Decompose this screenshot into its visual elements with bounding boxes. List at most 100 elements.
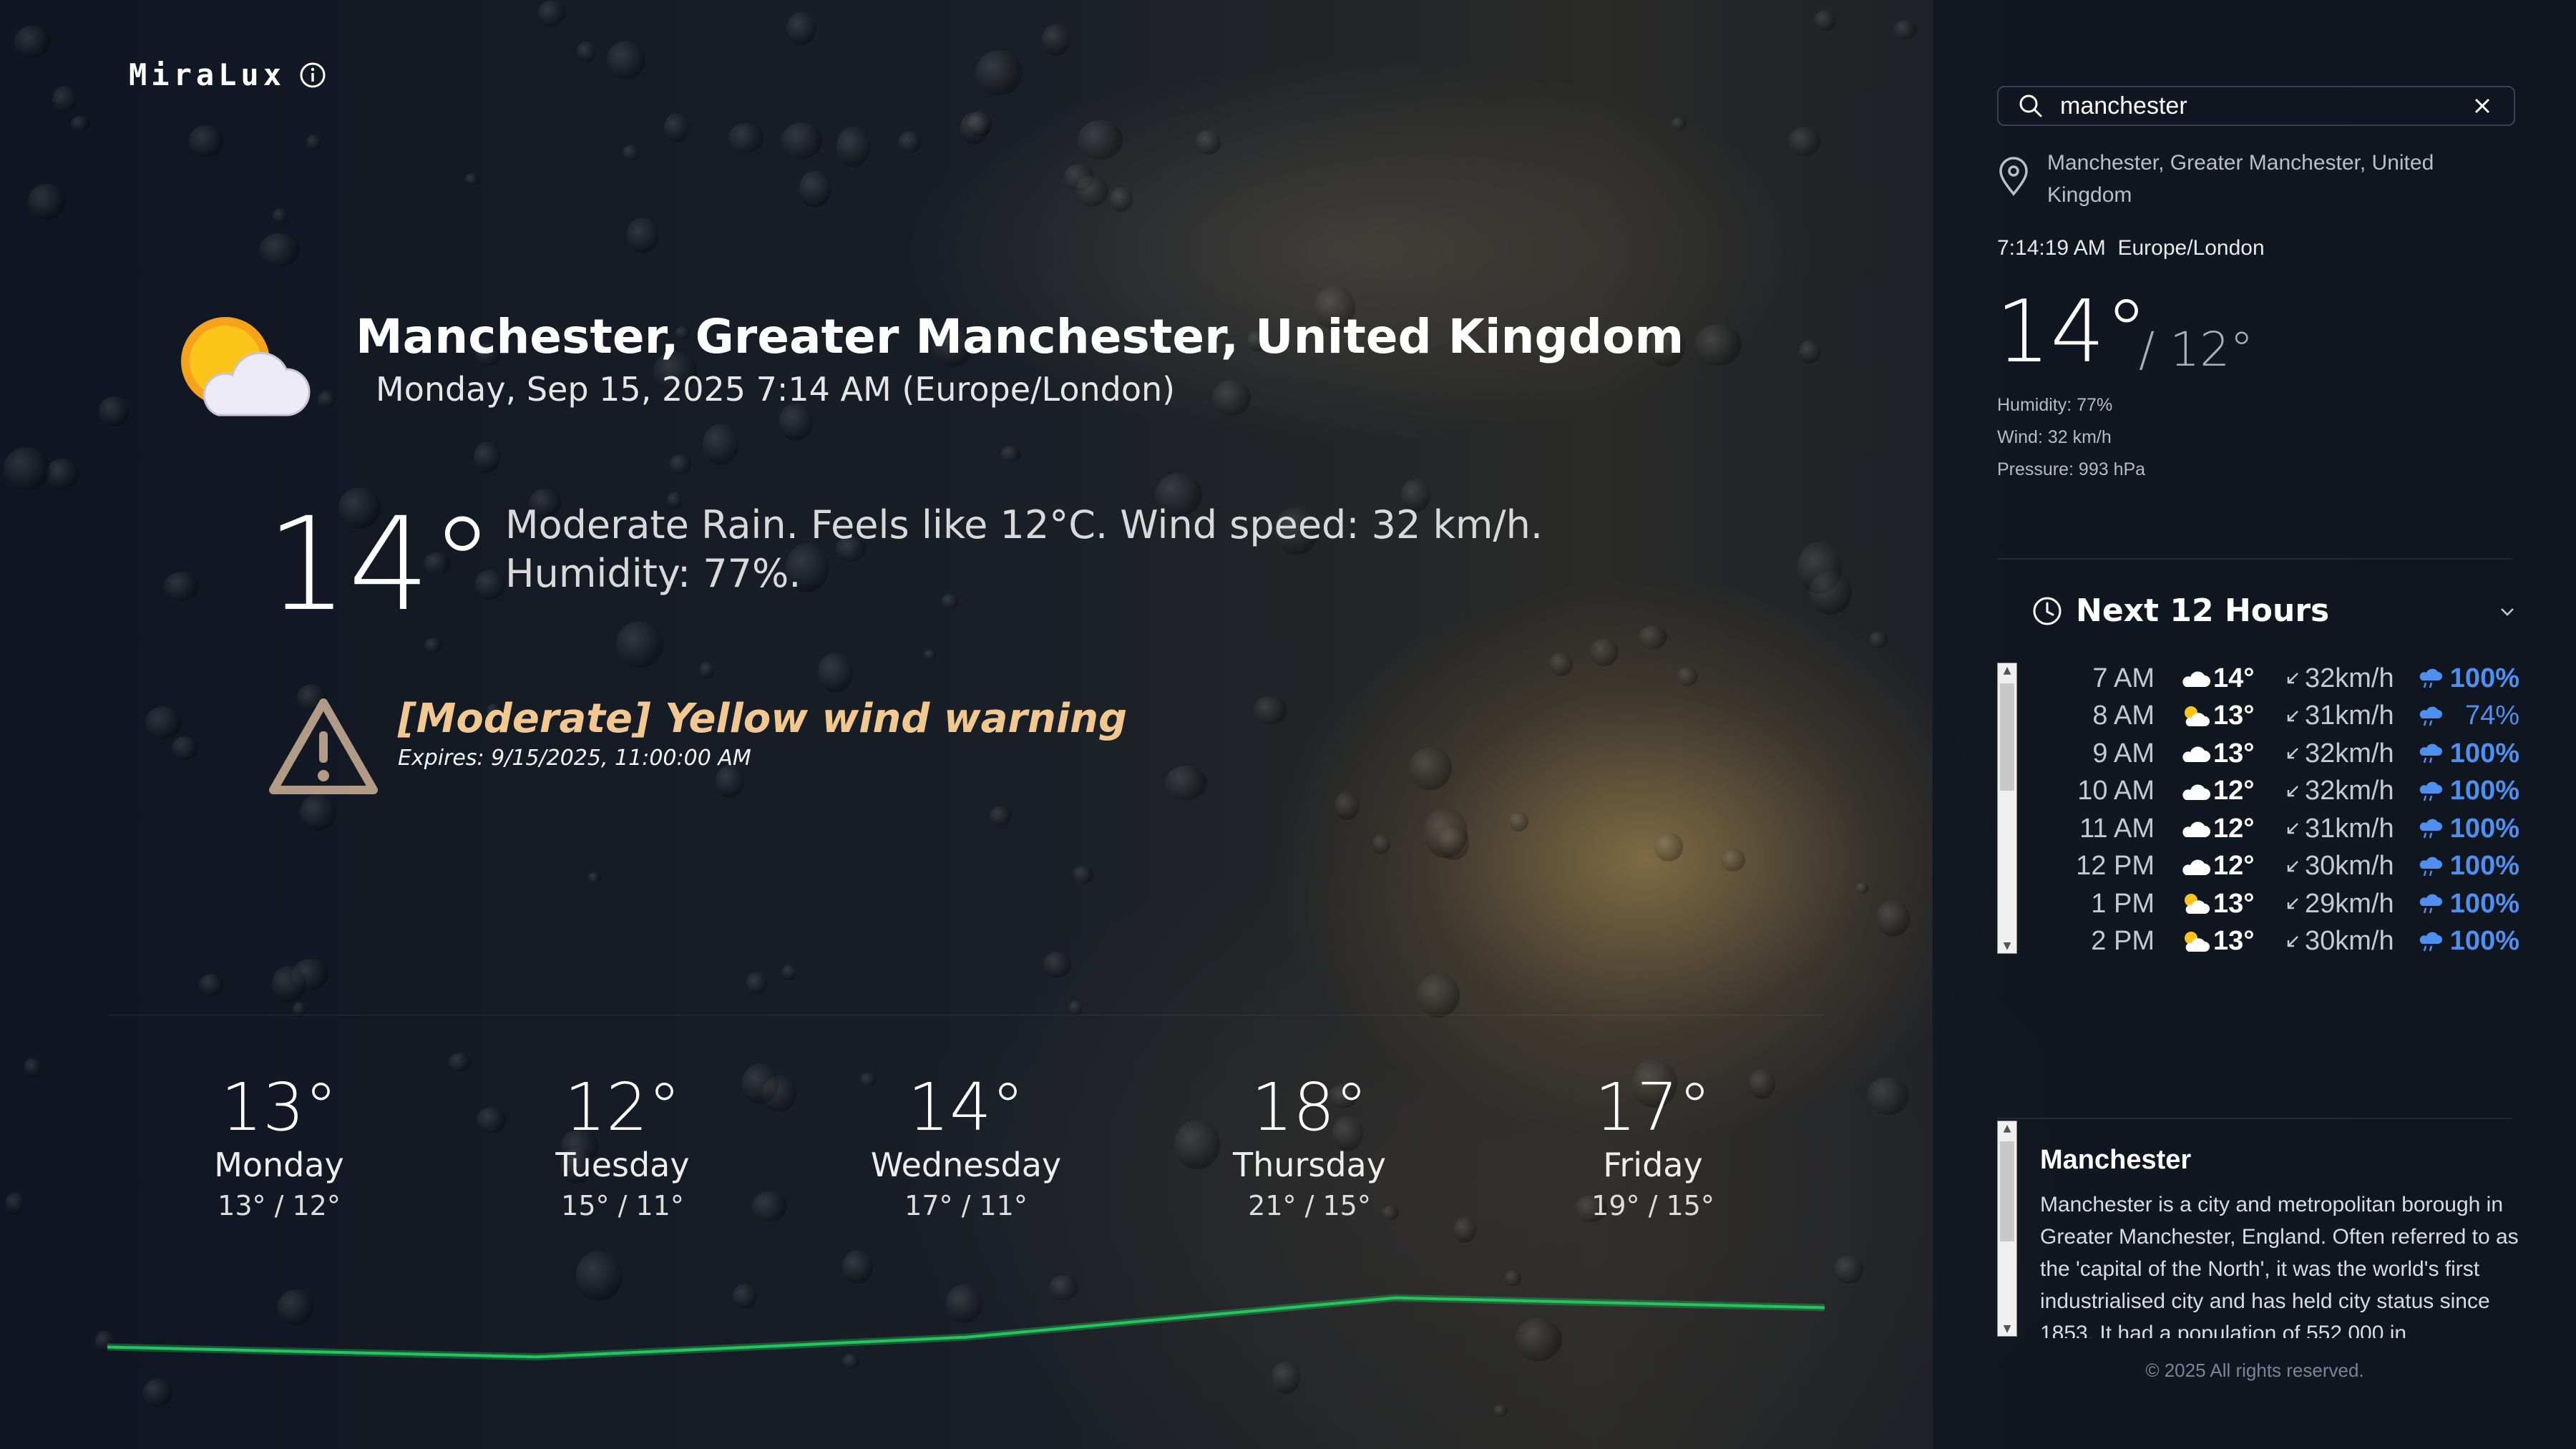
cloud-icon (2182, 746, 2210, 763)
rain-drop (1509, 811, 1528, 831)
hour-wind: 32km/h (2305, 663, 2394, 693)
rain-icon (2419, 668, 2442, 688)
scrollbar-thumb[interactable] (2000, 1141, 2014, 1241)
rain-drop (3, 447, 51, 491)
wind-direction-icon (2287, 710, 2298, 721)
rain-drop (728, 123, 763, 153)
forecast-day: 13° Monday 13° / 12° (150, 1073, 408, 1221)
hour-temp: 12° (2213, 851, 2255, 882)
search-result-item[interactable]: Manchester, Greater Manchester, United K… (1997, 147, 2512, 211)
hour-temp: 12° (2213, 776, 2255, 806)
wind-direction-icon (2287, 823, 2298, 834)
rain-drop (1211, 379, 1251, 416)
rain-drop (781, 965, 796, 980)
rain-drop (14, 25, 52, 58)
hour-temp: 13° (2213, 701, 2255, 731)
rain-drop (1893, 20, 1917, 39)
rain-drop (1638, 625, 1667, 650)
rain-icon (2419, 743, 2442, 763)
hour-rain-chance: 100% (2449, 888, 2519, 919)
forecast-day-name: Friday (1603, 1145, 1703, 1184)
rain-drop (198, 973, 224, 996)
wind-direction-icon (2287, 673, 2298, 684)
rain-drop (1808, 572, 1852, 615)
chevron-down-icon[interactable] (2499, 607, 2515, 617)
rain-icon (2419, 781, 2442, 801)
scroll-up-icon[interactable]: ▲ (1998, 1121, 2016, 1136)
hourly-row: 8 AM 13° 31km/h 74% (2026, 698, 2519, 736)
forecast-range: 19° / 15° (1591, 1189, 1714, 1221)
wind-direction-icon (2287, 785, 2298, 796)
hour-wind: 30km/h (2305, 926, 2394, 957)
rain-drop (1877, 899, 1910, 937)
forecast-temp: 12° (564, 1069, 681, 1146)
location-pin-icon (1999, 157, 2028, 196)
rain-drop (1670, 117, 1687, 131)
rain-drop (1409, 747, 1452, 790)
local-time: 7:14:19 AM Europe/London (1997, 236, 2265, 260)
rain-drop (668, 454, 692, 474)
hour-rain-chance: 74% (2464, 701, 2519, 731)
forecast-day: 14° Wednesday 17° / 11° (837, 1073, 1095, 1221)
hour-wind: 29km/h (2305, 888, 2394, 919)
divider (1997, 1118, 2512, 1119)
search-icon (2019, 94, 2042, 117)
weather-description: Moderate Rain. Feels like 12°C. Wind spe… (505, 502, 1543, 596)
rain-drop (1072, 865, 1094, 884)
hourly-row: 9 AM 13° 32km/h 100% (2026, 735, 2519, 773)
cloud-icon (2182, 671, 2210, 688)
sidebar: Manchester, Greater Manchester, United K… (1932, 0, 2576, 1449)
partly-cloudy-icon (2185, 931, 2210, 952)
rain-drop (45, 458, 79, 489)
scroll-down-icon[interactable]: ▼ (1998, 1322, 2016, 1336)
rain-drop (1813, 9, 1836, 31)
wind-direction-icon (2287, 935, 2298, 947)
hour-rain-chance: 100% (2449, 776, 2519, 806)
cloud-icon (2182, 859, 2210, 875)
rain-drop (5, 1192, 25, 1215)
partly-cloudy-icon (2185, 706, 2210, 726)
hour-rain-chance: 100% (2449, 663, 2519, 693)
hour-rain-chance: 100% (2449, 813, 2519, 844)
rain-drop (1253, 696, 1287, 725)
footer-copyright: © 2025 All rights reserved. (2145, 1360, 2364, 1381)
scroll-up-icon[interactable]: ▲ (1998, 663, 2016, 678)
rain-drop (1833, 1255, 1863, 1284)
rain-drop (1589, 638, 1619, 667)
search-input[interactable] (2059, 91, 2448, 121)
rain-drop (188, 125, 224, 157)
close-icon[interactable] (2472, 96, 2492, 116)
rain-drop (1654, 832, 1684, 862)
rain-drop (786, 11, 816, 45)
rain-drop (473, 441, 500, 473)
hourly-header[interactable]: Next 12 Hours (2031, 592, 2329, 629)
forecast-day: 18° Thursday 21° / 15° (1181, 1073, 1438, 1221)
rain-drop (1417, 972, 1460, 1018)
rain-drop (1372, 833, 1391, 855)
hour-time: 9 AM (2092, 738, 2155, 769)
brand-name: MiraLux (129, 57, 286, 92)
rain-drop (52, 85, 77, 113)
hour-wind: 32km/h (2305, 738, 2394, 769)
info-icon[interactable] (298, 61, 327, 89)
scroll-down-icon[interactable]: ▼ (1998, 939, 2016, 953)
about-scrollbar[interactable]: ▲ ▼ (1997, 1121, 2017, 1337)
rain-drop (967, 111, 992, 137)
rain-drop (273, 208, 289, 223)
search-box (1997, 86, 2515, 126)
local-time-value: 7:14:19 AM (1997, 236, 2106, 260)
sidebar-low-temperature: / 12° (2139, 322, 2254, 377)
cloud-icon (2182, 821, 2210, 838)
rain-drop (171, 736, 198, 760)
forecast-day: 17° Friday 19° / 15° (1524, 1073, 1782, 1221)
hourly-scrollbar[interactable]: ▲ ▼ (1997, 663, 2017, 954)
hour-wind: 30km/h (2305, 851, 2394, 882)
scrollbar-thumb[interactable] (2000, 683, 2014, 791)
rain-icon (2419, 706, 2442, 726)
wind-direction-icon (2287, 748, 2298, 759)
rain-drop (576, 42, 596, 62)
rain-drop (1078, 120, 1123, 160)
rain-drop (1676, 666, 1698, 686)
hour-temp: 13° (2213, 738, 2255, 769)
rain-drop (465, 172, 479, 185)
